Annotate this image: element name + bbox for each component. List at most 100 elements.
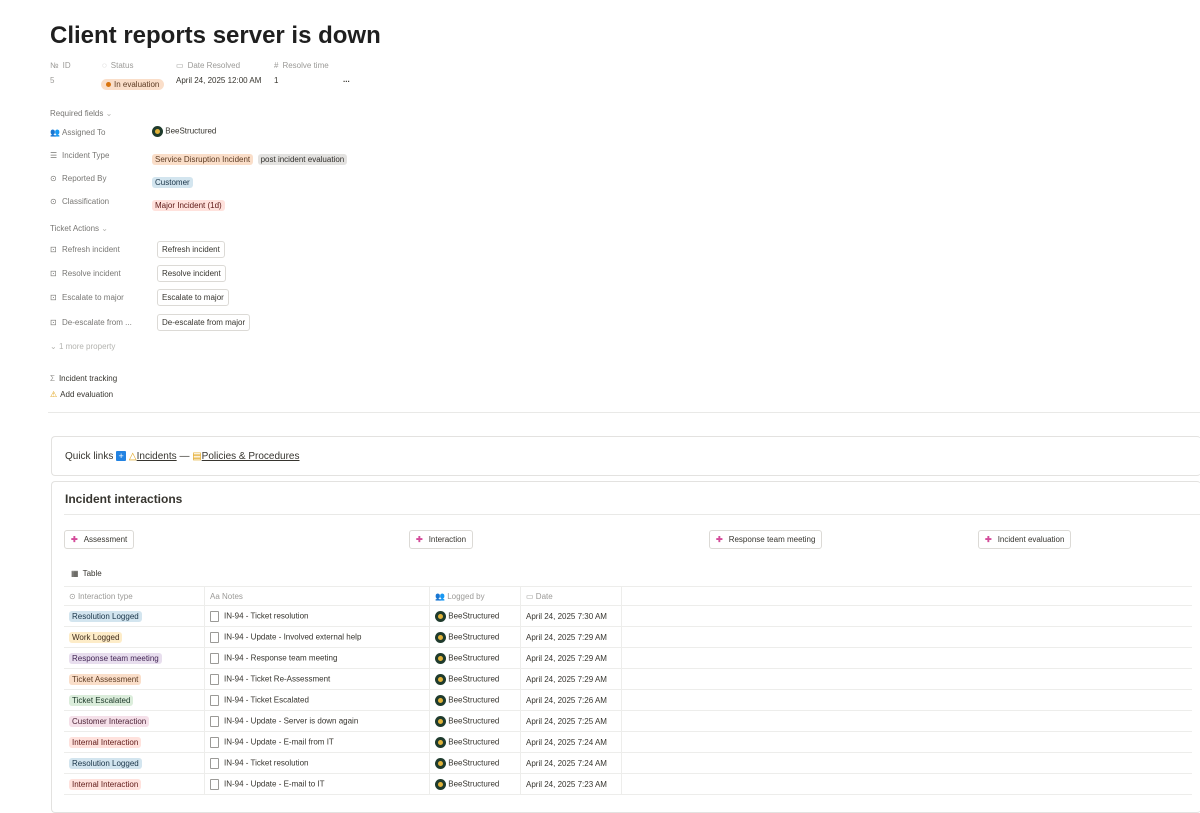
refresh-incident-button[interactable]: Refresh incident <box>157 241 225 258</box>
incident-type-value[interactable]: Service Disruption Incident post inciden… <box>152 149 348 167</box>
classification-label[interactable]: ⊙ Classification <box>50 197 109 206</box>
logged-by-cell[interactable]: BeeStructured <box>429 647 521 669</box>
table-row[interactable]: Work Logged IN-94 - Update - Involved ext… <box>64 626 1192 648</box>
notes-cell[interactable]: IN-94 - Ticket Escalated <box>204 689 430 711</box>
interaction-type-cell[interactable]: Response team meeting <box>64 647 205 669</box>
reported-by-value[interactable]: Customer <box>152 172 193 190</box>
de-escalate-label-text: De-escalate from ... <box>62 318 132 327</box>
notes-cell[interactable]: IN-94 - Update - Server is down again <box>204 710 430 732</box>
logged-by-cell[interactable]: BeeStructured <box>429 752 521 774</box>
date-cell[interactable]: April 24, 2025 7:29 AM <box>520 668 622 690</box>
notes-cell[interactable]: IN-94 - Response team meeting <box>204 647 430 669</box>
table-row[interactable]: Customer Interaction IN-94 - Update - Ser… <box>64 710 1192 732</box>
column-header-logged-by[interactable]: 👥 Logged by <box>429 586 521 606</box>
de-escalate-label[interactable]: ⊡ De-escalate from ... <box>50 318 132 327</box>
ticket-actions-toggle[interactable]: Ticket Actions ⌄ <box>50 224 108 233</box>
column-header-date[interactable]: ▭ Date <box>520 586 622 606</box>
more-properties-button[interactable]: ... <box>343 75 350 84</box>
date-cell[interactable]: April 24, 2025 7:30 AM <box>520 605 622 627</box>
interaction-type-cell[interactable]: Ticket Assessment <box>64 668 205 690</box>
interaction-type-cell[interactable]: Internal Interaction <box>64 773 205 795</box>
notes-link[interactable]: IN-94 - Ticket resolution <box>224 758 308 767</box>
notes-link[interactable]: IN-94 - Response team meeting <box>224 653 337 662</box>
notes-link[interactable]: IN-94 - Ticket resolution <box>224 611 308 620</box>
notes-cell[interactable]: IN-94 - Ticket resolution <box>204 605 430 627</box>
plus-square-icon[interactable]: + <box>116 451 127 462</box>
column-header-interaction-type[interactable]: ⊙ Interaction type <box>64 586 205 606</box>
response-team-meeting-button[interactable]: ✚ Response team meeting <box>709 530 823 549</box>
resolve-incident-label[interactable]: ⊡ Resolve incident <box>50 269 121 278</box>
incident-interactions-title: Incident interactions <box>65 492 183 506</box>
reported-by-label[interactable]: ⊙ Reported By <box>50 174 106 183</box>
interaction-type-cell[interactable]: Resolution Logged <box>64 752 205 774</box>
date-resolved-value[interactable]: April 24, 2025 12:00 AM <box>176 76 261 85</box>
escalate-to-major-button[interactable]: Escalate to major <box>157 289 229 306</box>
logged-by-cell[interactable]: BeeStructured <box>429 668 521 690</box>
resolve-incident-button[interactable]: Resolve incident <box>157 265 226 282</box>
policies-procedures-link[interactable]: Policies & Procedures <box>202 451 300 462</box>
date-resolved-property-header[interactable]: ▭ Date Resolved <box>176 61 240 70</box>
notes-cell[interactable]: IN-94 - Update - E-mail to IT <box>204 773 430 795</box>
resolve-time-value[interactable]: 1 <box>274 76 278 85</box>
table-row[interactable]: Response team meeting IN-94 - Response te… <box>64 647 1192 669</box>
assigned-to-label[interactable]: 👥 Assigned To <box>50 128 105 137</box>
assessment-button[interactable]: ✚ Assessment <box>64 530 135 549</box>
escalate-to-major-label[interactable]: ⊡ Escalate to major <box>50 293 124 302</box>
logged-by-cell[interactable]: BeeStructured <box>429 605 521 627</box>
logged-by-cell[interactable]: BeeStructured <box>429 773 521 795</box>
interaction-type-cell[interactable]: Ticket Escalated <box>64 689 205 711</box>
date-cell[interactable]: April 24, 2025 7:24 AM <box>520 731 622 753</box>
table-view-tab[interactable]: ▦ Table <box>71 569 102 578</box>
incident-evaluation-button[interactable]: ✚ Incident evaluation <box>978 530 1072 549</box>
table-row[interactable]: Internal Interaction IN-94 - Update - E-m… <box>64 731 1192 753</box>
status-property-header[interactable]: ◌ Status <box>102 61 133 70</box>
table-row[interactable]: Resolution Logged IN-94 - Ticket resoluti… <box>64 752 1192 774</box>
column-header-notes[interactable]: Aa Notes <box>204 586 430 606</box>
notes-link[interactable]: IN-94 - Ticket Escalated <box>224 695 309 704</box>
logged-by-cell[interactable]: BeeStructured <box>429 626 521 648</box>
refresh-incident-label[interactable]: ⊡ Refresh incident <box>50 245 120 254</box>
de-escalate-from-major-button[interactable]: De-escalate from major <box>157 314 251 331</box>
notes-link[interactable]: IN-94 - Update - Involved external help <box>224 632 361 641</box>
interaction-type-cell[interactable]: Work Logged <box>64 626 205 648</box>
interaction-type-tag: Response team meeting <box>69 652 162 664</box>
page-title[interactable]: Client reports server is down <box>50 22 381 50</box>
required-fields-toggle[interactable]: Required fields ⌄ <box>50 109 112 118</box>
notes-cell[interactable]: IN-94 - Update - Involved external help <box>204 626 430 648</box>
interaction-type-cell[interactable]: Internal Interaction <box>64 731 205 753</box>
date-cell[interactable]: April 24, 2025 7:25 AM <box>520 710 622 732</box>
logged-by-name: BeeStructured <box>448 695 500 705</box>
date-cell[interactable]: April 24, 2025 7:26 AM <box>520 689 622 711</box>
more-property-toggle[interactable]: ⌄ 1 more property <box>50 342 115 351</box>
interaction-type-cell[interactable]: Resolution Logged <box>64 605 205 627</box>
date-cell[interactable]: April 24, 2025 7:29 AM <box>520 647 622 669</box>
date-cell[interactable]: April 24, 2025 7:24 AM <box>520 752 622 774</box>
date-cell[interactable]: April 24, 2025 7:23 AM <box>520 773 622 795</box>
status-value[interactable]: In evaluation <box>101 74 165 92</box>
id-property-header[interactable]: № ID <box>50 61 71 70</box>
notes-cell[interactable]: IN-94 - Ticket Re-Assessment <box>204 668 430 690</box>
classification-value[interactable]: Major Incident (1d) <box>152 195 225 213</box>
notes-link[interactable]: IN-94 - Update - E-mail to IT <box>224 779 324 788</box>
logged-by-cell[interactable]: BeeStructured <box>429 689 521 711</box>
notes-cell[interactable]: IN-94 - Update - E-mail from IT <box>204 731 430 753</box>
date-cell[interactable]: April 24, 2025 7:29 AM <box>520 626 622 648</box>
notes-link[interactable]: IN-94 - Update - Server is down again <box>224 716 358 725</box>
notes-link[interactable]: IN-94 - Update - E-mail from IT <box>224 737 334 746</box>
document-icon <box>210 652 219 664</box>
resolve-time-property-header[interactable]: # Resolve time <box>274 61 329 70</box>
logged-by-cell[interactable]: BeeStructured <box>429 731 521 753</box>
notes-cell[interactable]: IN-94 - Ticket resolution <box>204 752 430 774</box>
interaction-button[interactable]: ✚ Interaction <box>409 530 474 549</box>
table-row[interactable]: Ticket Escalated IN-94 - Ticket Escalated… <box>64 689 1192 711</box>
incident-type-label[interactable]: ☰ Incident Type <box>50 151 109 160</box>
table-row[interactable]: Internal Interaction IN-94 - Update - E-m… <box>64 773 1192 795</box>
logged-by-cell[interactable]: BeeStructured <box>429 710 521 732</box>
interaction-type-cell[interactable]: Customer Interaction <box>64 710 205 732</box>
incidents-link[interactable]: Incidents <box>137 451 177 462</box>
table-row[interactable]: Ticket Assessment IN-94 - Ticket Re-Asses… <box>64 668 1192 690</box>
notes-link[interactable]: IN-94 - Ticket Re-Assessment <box>224 674 330 683</box>
add-evaluation-link[interactable]: ⚠ Add evaluation <box>50 390 113 399</box>
table-row[interactable]: Resolution Logged IN-94 - Ticket resoluti… <box>64 605 1192 627</box>
assigned-to-value[interactable]: BeeStructured <box>152 126 216 137</box>
